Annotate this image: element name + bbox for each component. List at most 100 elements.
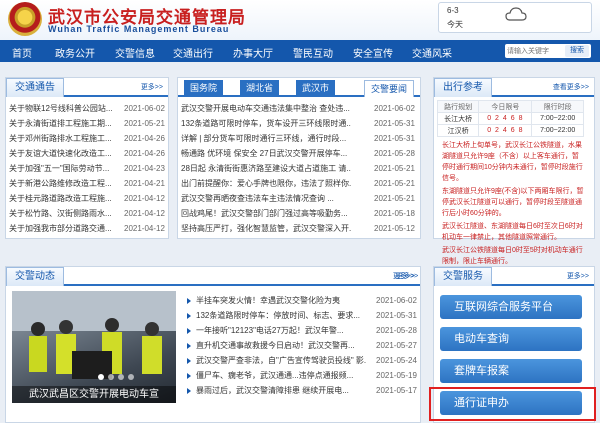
news-panel: 国务院 湖北省 武汉市 交警要闻 武汉交警开展电动车交通违法集中整治 查处违..…: [177, 77, 421, 239]
weather-date: 6-3: [447, 6, 459, 15]
list-item[interactable]: 武汉交警严查非法，自"广告宣传驾驶员投线" 影... 2021-05-24: [180, 354, 420, 368]
list-item[interactable]: 一年接听"12123"电话27万起！武汉年警... 2021-05-28: [180, 324, 420, 338]
nav-service-hall[interactable]: 办事大厅: [233, 45, 273, 60]
service-button-platform[interactable]: 互联网综合服务平台: [440, 295, 582, 319]
tab-police-news[interactable]: 交警要闻: [364, 80, 415, 97]
list-item[interactable]: 132条道路限时停车：停放时间、标志、要求... 2021-05-31: [180, 309, 420, 323]
bullet-icon: [187, 373, 191, 379]
search-input[interactable]: [507, 45, 563, 57]
notices-more-link[interactable]: 更多>>: [141, 82, 163, 92]
list-item-title: 武汉交警开展电动车交通违法集中整治 查处违...: [181, 104, 350, 113]
list-item[interactable]: 关于加强我市部分道路交通... 2021-04-12: [6, 222, 168, 236]
list-item-date: 2021-06-02: [124, 104, 165, 113]
travel-panel: 出行参考 查看更多>> 路行规划 今日限号 限行时段 长江大桥 0 2 4 6 8 7:0…: [433, 77, 595, 265]
list-item-date: 2021-05-19: [376, 371, 417, 380]
travel-table: 路行规划 今日限号 限行时段 长江大桥 0 2 4 6 8 7:00~22:00 江汉桥…: [436, 100, 584, 137]
weather-day: 今天: [447, 20, 463, 29]
bullet-icon: [187, 328, 191, 334]
news-more-link[interactable]: 更多>>: [396, 271, 418, 281]
bullet-icon: [187, 358, 191, 364]
list-item[interactable]: 畅通路 优环境 保安全 27日武汉交警开展停车... 2021-05-28: [178, 147, 420, 161]
list-item-title: 关于永清街道排工程施工期...: [9, 119, 112, 128]
nav-safety[interactable]: 安全宣传: [353, 45, 393, 60]
list-item-title: 畅通路 优环境 保安全 27日武汉交警开展停车...: [181, 149, 348, 158]
list-item[interactable]: 关于物联12号线科普公园站... 2021-06-02: [6, 102, 168, 116]
list-item-date: 2021-05-12: [374, 224, 415, 233]
table-row: 江汉桥 0 2 4 6 8 7:00~22:00: [436, 124, 584, 137]
list-item-title: 详解 | 部分货车可限时通行三环线，通行时段...: [181, 134, 347, 143]
list-item-date: 2021-04-26: [124, 134, 165, 143]
list-item[interactable]: 武汉交警开展电动车交通违法集中整治 查处违... 2021-06-02: [178, 102, 420, 116]
notices-title: 交通通告: [6, 78, 64, 97]
list-item[interactable]: 关于永清街道排工程施工期... 2021-05-21: [6, 117, 168, 131]
list-item-title: 关于新港公路维修改造工程...: [9, 179, 112, 188]
travel-more-link[interactable]: 查看更多>>: [553, 82, 589, 92]
list-item[interactable]: 详解 | 部分货车可限时通行三环线，通行时段... 2021-05-31: [178, 132, 420, 146]
search-box: 搜索: [505, 44, 591, 58]
list-item-title: 28日起 永清街街惠济路至建设大道占道施工 请...: [181, 164, 351, 173]
list-item[interactable]: 回战鸡尾！武汉交警部门部门强过高等吸勤务... 2021-05-18: [178, 207, 420, 221]
list-item-date: 2021-05-28: [376, 326, 417, 335]
list-item-date: 2021-05-18: [374, 209, 415, 218]
list-item-date: 2021-06-02: [376, 296, 417, 305]
nav-home[interactable]: 首页: [12, 45, 32, 60]
list-item-date: 2021-05-21: [124, 119, 165, 128]
list-item[interactable]: 关于新港公路维修改造工程... 2021-04-21: [6, 177, 168, 191]
search-button[interactable]: 搜索: [565, 45, 589, 57]
list-item-date: 2021-05-28: [374, 149, 415, 158]
nav-style[interactable]: 交通风采: [412, 45, 452, 60]
list-item[interactable]: 暴雨过后，武汉交警清障排患 继续开展电... 2021-05-17: [180, 384, 420, 398]
list-item-title: 关于加强"五一"国际劳动节...: [9, 164, 110, 173]
list-item[interactable]: 28日起 永清街街惠济路至建设大道占道施工 请... 2021-05-21: [178, 162, 420, 176]
bullet-icon: [187, 298, 191, 304]
photo-caption[interactable]: 武汉武昌区交警开展电动车宣: [12, 386, 176, 403]
table-row: 长江大桥 0 2 4 6 8 7:00~22:00: [436, 112, 584, 125]
list-item[interactable]: 武汉交警再晒夜查违法车主违法情况查询 ... 2021-05-21: [178, 192, 420, 206]
nav-interaction[interactable]: 警民互动: [293, 45, 333, 60]
list-item[interactable]: 132条道路可限时停车，货车设开三环线限时通... 2021-05-31: [178, 117, 420, 131]
list-item[interactable]: 关于邓州街路排水工程施工... 2021-04-26: [6, 132, 168, 146]
list-item-title: 武汉交警再晒夜查违法车主违法情况查询 ...: [181, 194, 334, 203]
list-item-date: 2021-05-17: [376, 386, 417, 395]
list-item-date: 2021-04-21: [124, 179, 165, 188]
news-photo[interactable]: 武汉武昌区交警开展电动车宣: [12, 291, 176, 403]
list-item[interactable]: 关于加强"五一"国际劳动节... 2021-04-23: [6, 162, 168, 176]
site-subtitle: Wuhan Traffic Management Bureau: [48, 24, 230, 34]
main-nav: 首页 政务公开 交警信息 交通出行 办事大厅 警民互动 安全宣传 交通风采 搜索: [0, 40, 600, 62]
bullet-icon: [187, 313, 191, 319]
highlight-box: [429, 387, 596, 421]
list-item-date: 2021-05-31: [374, 134, 415, 143]
dynamics-title: 交警动态: [6, 267, 64, 286]
list-item[interactable]: 出门前提醒你：爱心手牌也限你，违法了照样你... 2021-05-21: [178, 177, 420, 191]
list-item-title: 直升机交通事故救援今日启动！武汉交警再...: [196, 341, 355, 350]
cloud-icon: [505, 7, 527, 21]
tab-wuhan[interactable]: 武汉市: [296, 80, 336, 97]
list-item-title: 回战鸡尾！武汉交警部门部门强过高等吸勤务...: [181, 209, 348, 218]
list-item[interactable]: 关于松竹路、汉街侧路雨水... 2021-04-12: [6, 207, 168, 221]
travel-note: 东湖隧道只允许9座(不含)以下两厢车限行，暂停武汉长江隧道可以通行，暂停时段至隧…: [442, 188, 584, 217]
list-item-date: 2021-06-02: [374, 104, 415, 113]
list-item[interactable]: 坚持高压严打，强化智慧监管，武汉交警深入开... 2021-05-12: [178, 222, 420, 236]
list-item-title: 132条道路限时停车：停放时间、标志、要求...: [196, 311, 361, 320]
service-button-fake-plate[interactable]: 套牌车报案: [440, 359, 582, 383]
services-more-link[interactable]: 更多>>: [567, 271, 589, 281]
tab-hubei[interactable]: 湖北省: [240, 80, 280, 97]
nav-gov-affairs[interactable]: 政务公开: [55, 45, 95, 60]
list-item[interactable]: 关于友谊大道快速化改造工... 2021-04-26: [6, 147, 168, 161]
bullet-icon: [187, 343, 191, 349]
list-item-title: 关于松竹路、汉街侧路雨水...: [9, 209, 112, 218]
tab-state-council[interactable]: 国务院: [184, 80, 224, 97]
travel-notes: 长江大桥上旬单号，武汉长江公铁隧道，水果湖隧道只允许9座（不含）以上客车通行，暂…: [442, 140, 584, 269]
list-item[interactable]: 直升机交通事故救援今日启动！武汉交警再... 2021-05-27: [180, 339, 420, 353]
travel-title: 出行参考: [434, 78, 492, 97]
list-item[interactable]: 关于桂元路道路改造工程施... 2021-04-12: [6, 192, 168, 206]
list-item[interactable]: 僵尸车、瘸老爷，武汉通通...违停点通报频... 2021-05-19: [180, 369, 420, 383]
dynamics-panel: 交警动态 更多>> 武汉武昌区交警开展电动车宣 半挂车突发火情！幸遇武汉交警化险为…: [5, 266, 421, 423]
carousel-dots[interactable]: [98, 373, 138, 382]
list-item-title: 一年接听"12123"电话27万起！武汉年警...: [196, 326, 344, 335]
nav-police-info[interactable]: 交警信息: [115, 45, 155, 60]
service-button-ebike[interactable]: 电动车查询: [440, 327, 582, 351]
list-item-date: 2021-04-12: [124, 224, 165, 233]
nav-travel[interactable]: 交通出行: [173, 45, 213, 60]
list-item[interactable]: 半挂车突发火情！幸遇武汉交警化险为夷 2021-06-02: [180, 294, 420, 308]
